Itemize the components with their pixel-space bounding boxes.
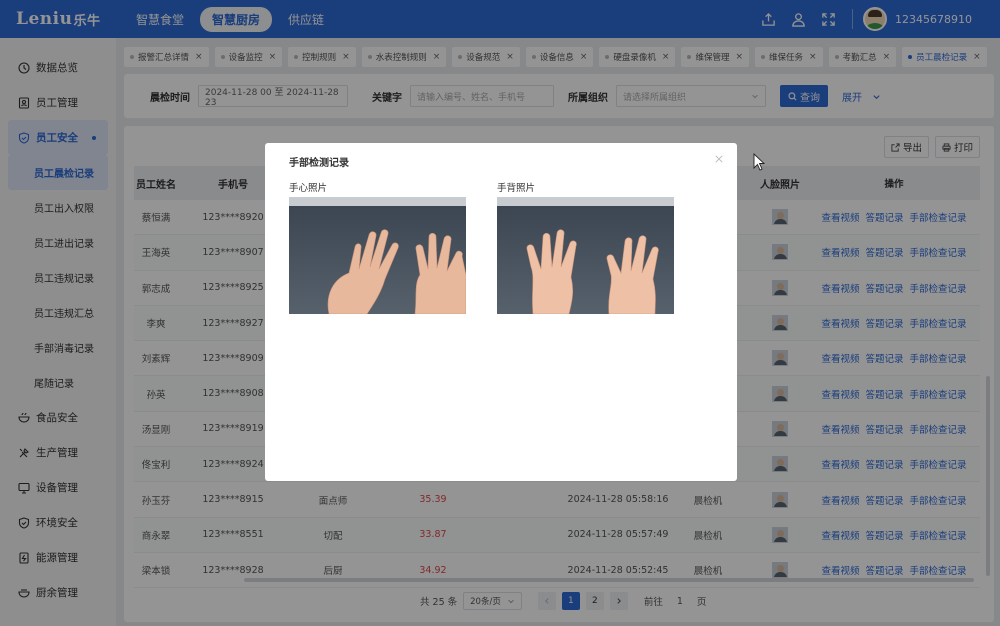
mouse-cursor-icon bbox=[753, 153, 765, 171]
back-photo-label: 手背照片 bbox=[497, 183, 536, 194]
close-icon[interactable] bbox=[713, 153, 725, 165]
palm-photo[interactable] bbox=[289, 197, 466, 314]
back-of-hand-photo[interactable] bbox=[497, 197, 674, 314]
hand-check-modal: 手部检测记录 手心照片 手背照片 bbox=[265, 143, 737, 481]
modal-title: 手部检测记录 bbox=[289, 158, 349, 169]
palm-photo-label: 手心照片 bbox=[289, 183, 328, 194]
